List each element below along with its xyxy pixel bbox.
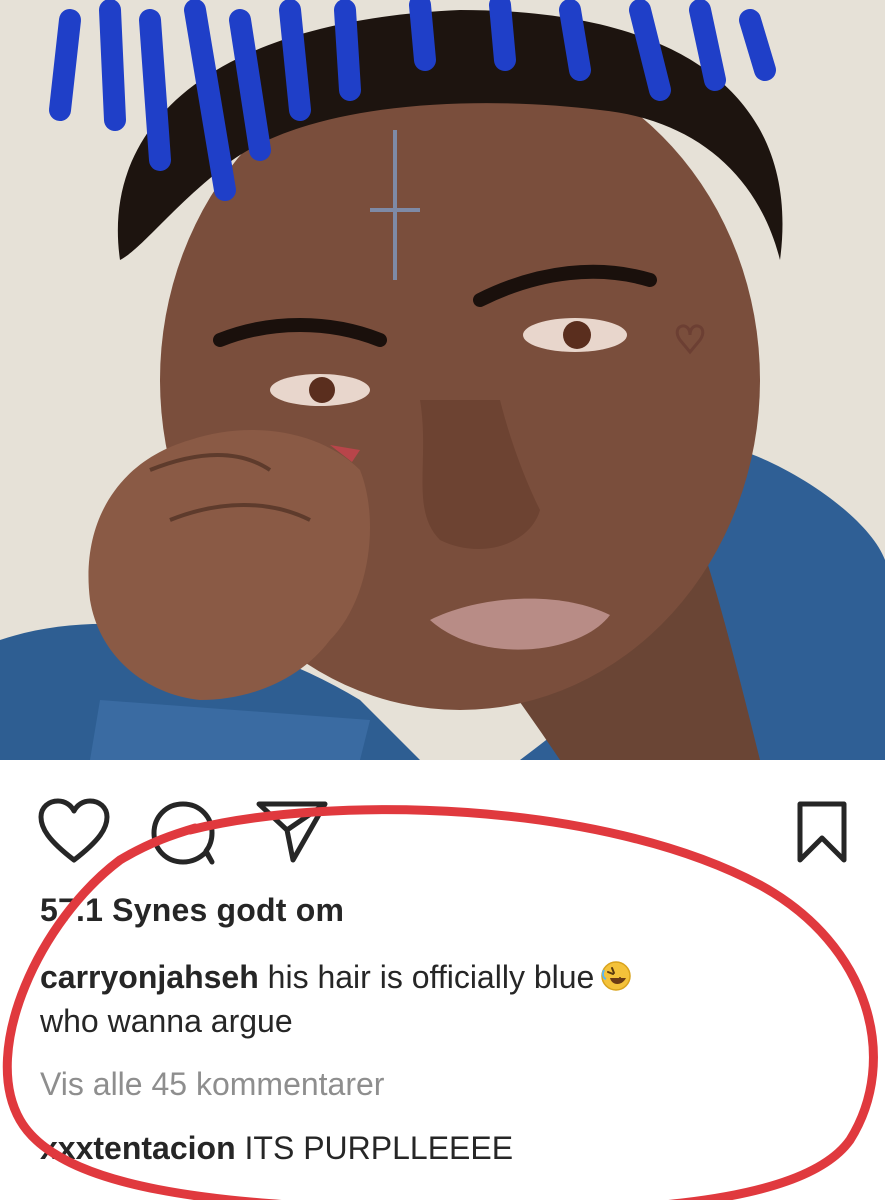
comment-username[interactable]: xxxtentacion — [40, 1130, 236, 1166]
portrait-photo — [0, 0, 885, 760]
caption-username[interactable]: carryonjahseh — [40, 959, 259, 995]
caption-text-continued: who wanna argue — [40, 1003, 293, 1039]
comment-text: ITS PURPLLEEEE — [235, 1130, 514, 1166]
comment-item: xxxtentacion ITS PURPLLEEEE — [40, 1130, 513, 1167]
post-caption: carryonjahseh his hair is officially blu… — [40, 955, 820, 1043]
like-count[interactable]: 57.1 Synes godt om — [40, 892, 344, 929]
paper-plane-icon[interactable] — [255, 798, 329, 864]
post-action-bar — [0, 760, 885, 880]
comment-bubble-icon[interactable] — [150, 800, 216, 866]
caption-text: his hair is officially blue — [258, 959, 595, 995]
view-all-comments-link[interactable]: Vis alle 45 kommentarer — [40, 1066, 384, 1103]
rolling-on-floor-laughing-emoji-icon — [601, 961, 632, 991]
post-image[interactable] — [0, 0, 885, 760]
heart-icon[interactable] — [38, 798, 110, 864]
bookmark-icon[interactable] — [796, 800, 848, 864]
